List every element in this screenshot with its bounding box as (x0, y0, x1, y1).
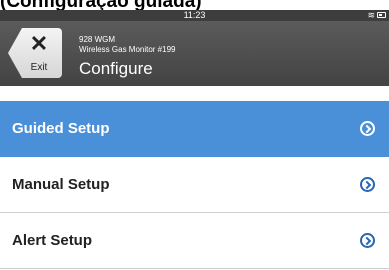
chevron-right-icon (360, 233, 375, 248)
header: ✕ Exit 928 WGM Wireless Gas Monitor #199… (0, 21, 389, 86)
device-name: Wireless Gas Monitor #199 (79, 45, 176, 54)
menu-item-guided-setup[interactable]: Guided Setup (0, 101, 389, 157)
page-title: Configure (79, 59, 153, 78)
wifi-icon: ≋ (367, 10, 375, 20)
exit-label: Exit (30, 62, 48, 73)
menu-item-label: Alert Setup (12, 232, 93, 249)
menu-item-alert-setup[interactable]: Alert Setup (0, 213, 389, 269)
status-time: 11:23 (183, 10, 206, 20)
exit-button[interactable]: ✕ Exit (8, 28, 62, 78)
status-bar: 11:23 ≋ (0, 10, 389, 21)
close-icon: ✕ (29, 31, 49, 56)
menu-item-manual-setup[interactable]: Manual Setup (0, 157, 389, 213)
menu-list: Guided Setup Manual Setup Alert Setup (0, 101, 389, 269)
chevron-right-icon (360, 121, 375, 136)
menu-item-label: Manual Setup (12, 176, 110, 193)
battery-icon (377, 12, 386, 18)
menu-item-label: Guided Setup (12, 120, 110, 137)
chevron-right-icon (360, 177, 375, 192)
device-model: 928 WGM (79, 35, 116, 44)
